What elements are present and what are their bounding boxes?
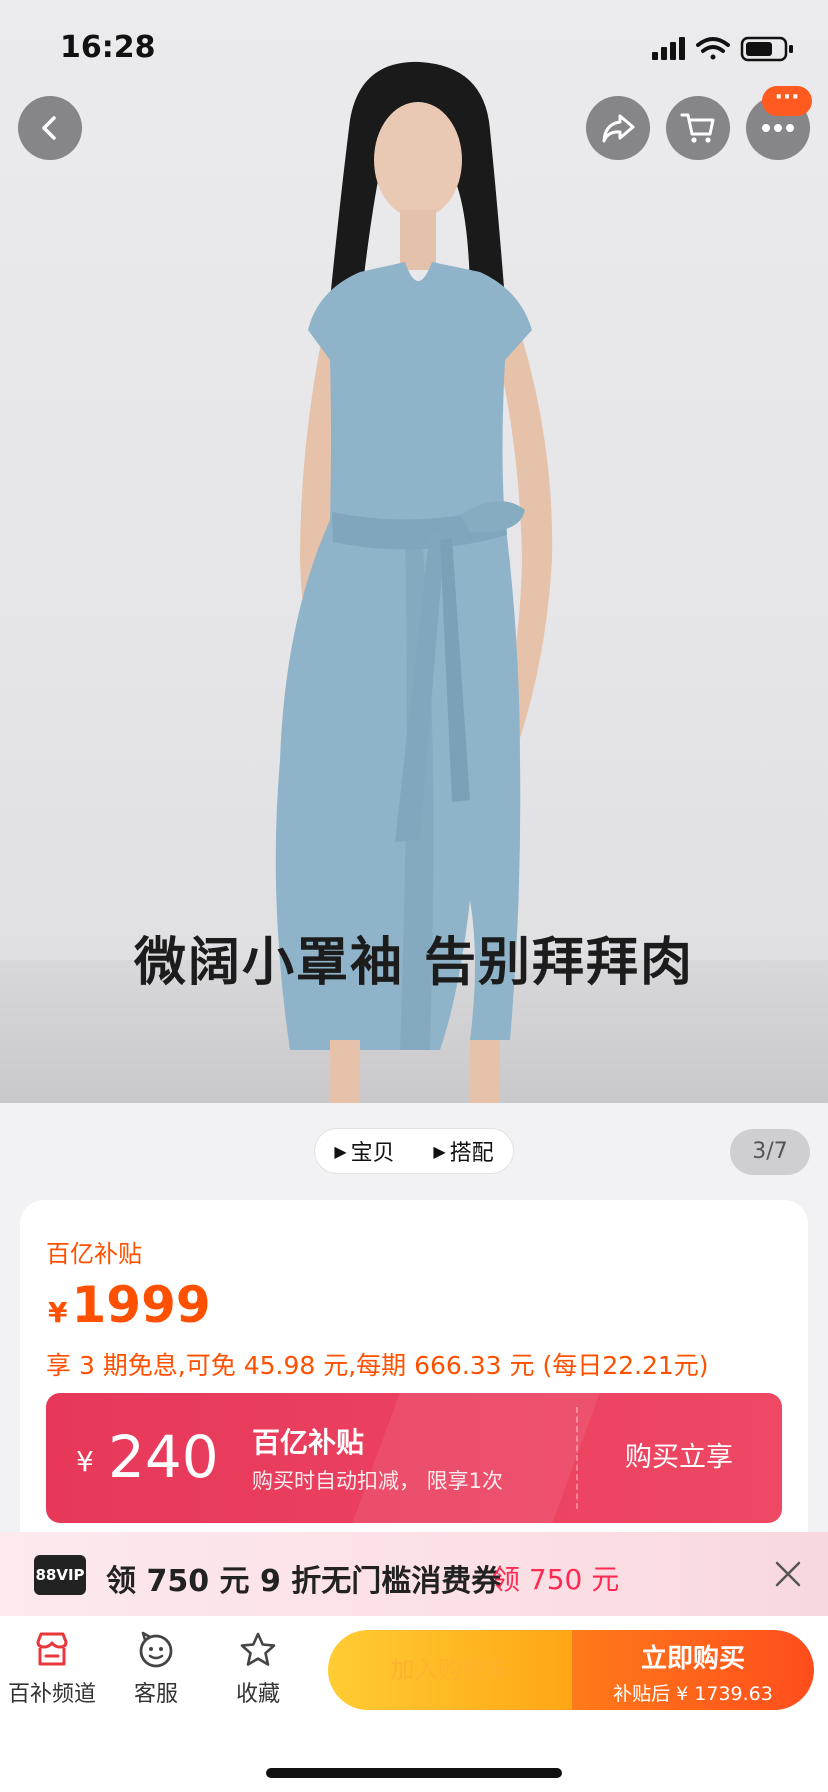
buy-now-label: 立即购买 — [640, 1644, 745, 1674]
coupon-cta[interactable]: 购买立享 — [576, 1393, 782, 1523]
cart-button[interactable] — [666, 96, 730, 160]
tab-outfit[interactable]: ▶ 搭配 — [433, 1135, 493, 1167]
service-face-icon — [139, 1631, 173, 1668]
buy-now-button[interactable]: 立即购买 补贴后 ¥ 1739.63 — [572, 1630, 814, 1710]
media-tabs: ▶ 宝贝 ▶ 搭配 — [314, 1128, 514, 1174]
signal-icon — [652, 37, 685, 60]
buy-now-subsidy-price: 补贴后 ¥ 1739.63 — [613, 1683, 773, 1705]
price-amount: 1999 — [71, 1276, 211, 1334]
coupon-description: 购买时自动扣减， 限享1次 — [252, 1469, 504, 1493]
play-icon: ▶ — [334, 1141, 347, 1161]
bottom-action-bar: 百补频道 客服 收藏 加入购物车 立即购买 补贴后 ¥ 1739.63 — [0, 1616, 828, 1792]
chevron-left-icon — [42, 116, 56, 140]
nav-subsidy-channel[interactable]: 百补频道 — [2, 1630, 102, 1708]
share-icon — [602, 114, 635, 143]
add-to-cart-button[interactable]: 加入购物车 — [328, 1630, 573, 1710]
coupon-currency: ¥ — [76, 1445, 94, 1478]
vip-claim-link[interactable]: 领 750 元 — [492, 1558, 619, 1598]
close-button[interactable] — [772, 1558, 804, 1594]
store-icon — [36, 1632, 68, 1666]
vip-badge: 88VIP — [34, 1555, 86, 1595]
coupon-title: 百亿补贴 — [252, 1426, 365, 1459]
message-badge: ··· — [762, 86, 812, 116]
price: ¥ 1999 — [48, 1276, 211, 1334]
product-image-gallery[interactable]: 微阔小罩袖 告别拜拜肉 — [0, 0, 828, 1103]
nav-favorite[interactable]: 收藏 — [208, 1630, 308, 1708]
coupon-amount: 240 — [108, 1423, 219, 1491]
tab-product-label: 宝贝 — [350, 1141, 395, 1166]
image-caption: 微阔小罩袖 告别拜拜肉 — [133, 933, 695, 993]
installment-info[interactable]: 享 3 期免息,可免 45.98 元,每期 666.33 元 (每日22.21元… — [46, 1346, 709, 1382]
nav-channel-label: 百补频道 — [7, 1682, 96, 1707]
status-time: 16:28 — [60, 30, 156, 65]
share-button[interactable] — [586, 96, 650, 160]
more-dots-icon — [762, 124, 794, 132]
nav-customer-service[interactable]: 客服 — [106, 1630, 206, 1708]
close-icon — [775, 1561, 801, 1587]
vip-coupon-strip[interactable]: 88VIP 领 750 元 9 折无门槛消费券 领 750 元 — [0, 1532, 828, 1616]
subsidy-coupon-banner[interactable]: ¥ 240 百亿补贴 购买时自动扣减， 限享1次 购买立享 — [46, 1393, 782, 1523]
status-icons — [650, 34, 800, 68]
battery-icon — [740, 36, 793, 62]
cart-icon — [680, 113, 715, 143]
back-button[interactable] — [18, 96, 82, 160]
play-icon: ▶ — [433, 1141, 446, 1161]
subsidy-tag: 百亿补贴 — [46, 1240, 142, 1268]
tab-outfit-label: 搭配 — [449, 1141, 494, 1166]
nav-service-label: 客服 — [133, 1682, 178, 1707]
price-currency: ¥ — [48, 1296, 68, 1329]
price-card: 百亿补贴 ¥ 1999 享 3 期免息,可免 45.98 元,每期 666.33… — [20, 1200, 808, 1545]
home-indicator — [266, 1768, 562, 1778]
vip-coupon-text: 领 750 元 9 折无门槛消费券 — [106, 1564, 502, 1599]
nav-favorite-label: 收藏 — [235, 1682, 280, 1707]
star-icon — [240, 1632, 276, 1666]
banner-decoration — [348, 1393, 604, 1523]
tab-product[interactable]: ▶ 宝贝 — [334, 1135, 394, 1167]
gallery-counter: 3/7 — [730, 1129, 810, 1175]
wifi-icon — [696, 37, 730, 60]
